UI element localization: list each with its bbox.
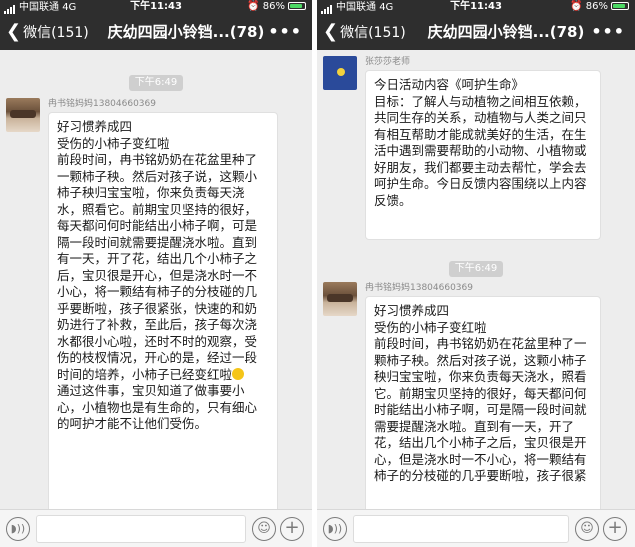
- more-icon[interactable]: •••: [591, 14, 625, 50]
- message-input[interactable]: [36, 515, 246, 543]
- message-line: 今日活动内容《呵护生命》: [374, 77, 525, 92]
- chat-screen-right: 中国联通 4G 下午11:43 ⏰ 86% ❮ 微信(151) 庆幼四园小铃铛..…: [317, 0, 635, 547]
- input-bar: ◗)) ☺ +: [317, 509, 635, 547]
- plus-icon[interactable]: +: [280, 517, 304, 541]
- sender-name: 冉书铭妈妈13804660369: [48, 99, 156, 109]
- back-button[interactable]: ❮ 微信(151): [6, 14, 89, 51]
- message-input[interactable]: [353, 515, 569, 543]
- alarm-icon: ⏰: [570, 1, 583, 12]
- back-label: 微信(151): [340, 25, 406, 41]
- message-timestamp: 下午6:49: [317, 256, 635, 277]
- voice-icon[interactable]: ◗)): [323, 517, 347, 541]
- message-line: 好习惯养成四: [57, 119, 133, 134]
- back-label: 微信(151): [23, 25, 89, 41]
- message-paragraph: 前段时间，冉书铭奶奶在花盆里种了一颗柿子秧。然后对孩子说，这颗小柿子秧归宝宝啦，…: [57, 152, 258, 382]
- nav-bar: ❮ 微信(151) 庆幼四园小铃铛...(78) •••: [317, 14, 635, 50]
- sender-name: 张莎莎老师: [365, 57, 411, 67]
- message-paragraph: 通过这件事，宝贝知道了做事要小心，小植物也是有生命的，只有细心的呵护才能不让他们…: [57, 383, 258, 431]
- battery-fill: [613, 4, 625, 8]
- battery-status: ⏰ 86%: [247, 0, 306, 14]
- emoji-icon: [232, 367, 245, 380]
- voice-icon[interactable]: ◗)): [6, 517, 30, 541]
- avatar[interactable]: [323, 282, 357, 316]
- battery-icon: [611, 2, 629, 10]
- message-item: 张莎莎老师 今日活动内容《呵护生命》 目标：了解人与动植物之间相互依赖，共同生存…: [323, 56, 601, 242]
- alarm-icon: ⏰: [247, 1, 260, 12]
- battery-percent: 86%: [585, 1, 608, 12]
- chevron-left-icon: ❮: [6, 21, 22, 42]
- avatar[interactable]: [323, 56, 357, 90]
- message-timestamp: 下午6:49: [0, 70, 312, 91]
- message-item: 冉书铭妈妈13804660369 好习惯养成四 受伤的小柿子变红啦 前段时间，冉…: [323, 282, 601, 509]
- avatar[interactable]: [6, 98, 40, 132]
- status-bar: 中国联通 4G 下午11:43 ⏰ 86%: [0, 0, 312, 14]
- chat-title: 庆幼四园小铃铛...(78): [427, 23, 585, 41]
- battery-percent: 86%: [262, 1, 285, 12]
- message-paragraph: 前段时间，冉书铭奶奶在花盆里种了一颗柿子秧。然后对孩子说，这颗小柿子秧归宝宝啦，…: [374, 336, 587, 483]
- chat-screen-left: 中国联通 4G 下午11:43 ⏰ 86% ❮ 微信(151) 庆幼四园小铃铛..…: [0, 0, 312, 547]
- message-bubble[interactable]: 好习惯养成四 受伤的小柿子变红啦 前段时间，冉书铭奶奶在花盆里种了一颗柿子秧。然…: [48, 112, 278, 509]
- message-item: 冉书铭妈妈13804660369 好习惯养成四 受伤的小柿子变红啦 前段时间，冉…: [6, 98, 278, 509]
- chat-title: 庆幼四园小铃铛...(78): [107, 23, 265, 41]
- back-button[interactable]: ❮ 微信(151): [323, 14, 406, 51]
- more-icon[interactable]: •••: [268, 14, 302, 50]
- emoji-icon[interactable]: ☺: [252, 517, 276, 541]
- battery-status: ⏰ 86%: [570, 0, 629, 14]
- chevron-left-icon: ❮: [323, 21, 339, 42]
- sender-name: 冉书铭妈妈13804660369: [365, 283, 473, 293]
- message-list[interactable]: 下午6:49 冉书铭妈妈13804660369 好习惯养成四 受伤的小柿子变红啦…: [0, 50, 312, 509]
- battery-fill: [290, 4, 302, 8]
- status-bar: 中国联通 4G 下午11:43 ⏰ 86%: [317, 0, 635, 14]
- message-line: 受伤的小柿子变红啦: [374, 319, 487, 335]
- battery-icon: [288, 2, 306, 10]
- plus-icon[interactable]: +: [603, 517, 627, 541]
- message-paragraph: 目标：了解人与动植物之间相互依赖，共同生存的关系，动植物与人类之间只有相互帮助才…: [374, 93, 587, 208]
- nav-bar: ❮ 微信(151) 庆幼四园小铃铛...(78) •••: [0, 14, 312, 50]
- input-bar: ◗)) ☺ +: [0, 509, 312, 547]
- message-list[interactable]: 张莎莎老师 今日活动内容《呵护生命》 目标：了解人与动植物之间相互依赖，共同生存…: [317, 50, 635, 509]
- emoji-icon[interactable]: ☺: [575, 517, 599, 541]
- message-line: 受伤的小柿子变红啦: [57, 135, 170, 151]
- message-bubble[interactable]: 今日活动内容《呵护生命》 目标：了解人与动植物之间相互依赖，共同生存的关系，动植…: [365, 70, 601, 240]
- message-bubble[interactable]: 好习惯养成四 受伤的小柿子变红啦 前段时间，冉书铭奶奶在花盆里种了一颗柿子秧。然…: [365, 296, 601, 509]
- message-line: 好习惯养成四: [374, 303, 450, 318]
